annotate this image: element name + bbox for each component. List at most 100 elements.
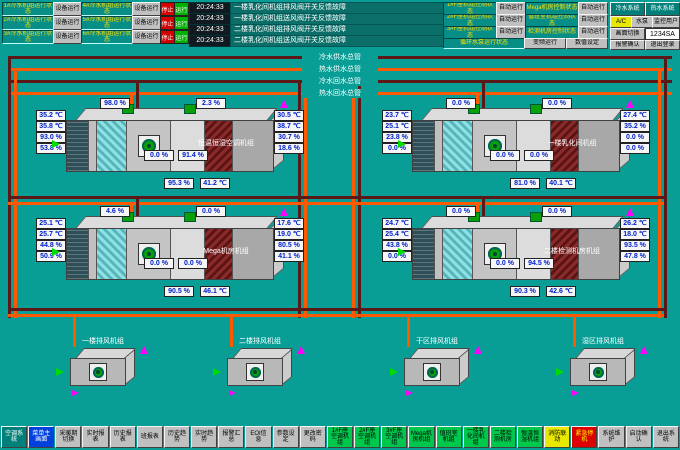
pipe-riser: [8, 56, 11, 318]
pump-status-label: 循环水泵运行状态: [443, 38, 525, 49]
stop-indicator: 停止: [160, 30, 175, 44]
humidity-readout: 43.8 %: [382, 240, 412, 251]
damper-readout: 0.0 %: [542, 98, 572, 109]
toolbar-button-ahu[interactable]: 二楼检测机房: [490, 426, 516, 448]
toolbar-button-ahu[interactable]: Mega机房机组: [408, 426, 434, 448]
toolbar-button-ahu[interactable]: 值班室机组: [436, 426, 462, 448]
exhaust-arrow: [640, 346, 648, 354]
return-readout: 42.6 ℃: [546, 286, 576, 297]
airflow-arrow: [406, 390, 413, 396]
chiller-status-label: 6#冷水机组运行状态: [81, 30, 133, 44]
unit-name: Mega机房机组: [182, 246, 270, 256]
cooling-coil-section: [97, 121, 127, 171]
return-readout: 90.3 %: [510, 286, 540, 297]
toolbar-button-ahu[interactable]: 1#F座空调机组: [327, 426, 353, 448]
temp-readout: 35.2 ℃: [36, 110, 66, 121]
toolbar-button-fire[interactable]: 消防联动: [544, 426, 570, 448]
exhaust-body: [570, 348, 634, 388]
toolbar-button[interactable]: 实时报表: [82, 426, 108, 448]
setpoint-button[interactable]: 数值设定: [566, 38, 608, 49]
valve-readout: 0.0 %: [524, 150, 554, 161]
ahu-unit-2: 23.7 ℃ 25.1 ℃ 23.8 % 0.0 % 0.0 % 0.0 % 2…: [382, 104, 648, 204]
toolbar-button[interactable]: EOI信息: [245, 426, 271, 448]
access-door: [67, 229, 89, 279]
valve-readout: 94.5 %: [524, 258, 554, 269]
humidity-readout: 35.2 %: [620, 121, 650, 132]
toolbar-button[interactable]: 实时趋势: [191, 426, 217, 448]
toolbar-button-estop[interactable]: 紧急停机: [571, 426, 597, 448]
temp-readout: 24.7 ℃: [382, 218, 412, 229]
chiller-status-label: 4#冷水机组运行状态: [81, 2, 133, 16]
screen-switch-button[interactable]: 画面切换: [610, 28, 645, 40]
toolbar-button[interactable]: 系统维护: [598, 426, 624, 448]
logout-button[interactable]: 退出登录: [645, 40, 680, 50]
temp-readout: 23.7 ℃: [382, 110, 412, 121]
humidity-readout: 0.0 %: [382, 251, 412, 262]
user-button[interactable]: 监控用户: [652, 16, 680, 28]
damper-readout: 0.0 %: [196, 206, 226, 217]
fan-icon: [93, 367, 104, 378]
cooling-coil-section: [443, 121, 473, 171]
exhaust-arrow: [140, 346, 148, 354]
chiller-status-button[interactable]: 设备运行: [53, 16, 82, 30]
roof-fan-icon: [530, 212, 542, 222]
humidity-readout: 50.9 %: [36, 251, 66, 262]
alarm-message[interactable]: 二楼乳化间机组送风阀开关反馈故障: [230, 35, 445, 47]
toolbar-button-main-menu[interactable]: 菜单主画面: [28, 426, 54, 448]
toolbar-button-ahu[interactable]: 2#F座空调机组: [354, 426, 380, 448]
valve-readout: 0.0 %: [144, 150, 174, 161]
exhaust-unit-name: 二楼排风机组: [205, 336, 315, 346]
toolbar-button-system[interactable]: 空调系统: [1, 426, 27, 448]
toolbar-button[interactable]: 历史趋势: [164, 426, 190, 448]
toolbar-button[interactable]: 参数设定: [273, 426, 299, 448]
airflow-arrow: [213, 368, 221, 376]
toolbar-button[interactable]: 历史报表: [110, 426, 136, 448]
cooling-coil-section: [97, 229, 127, 279]
pump-button[interactable]: 水泵: [631, 16, 653, 28]
supply-fan-section: [127, 121, 171, 171]
chiller-status-button[interactable]: 设备运行: [53, 30, 82, 44]
scada-hvac-screen: 1#冷水机组运行状态 设备运行 4#冷水机组运行状态 设备运行 停止 运行 2#…: [0, 0, 680, 450]
temp-readout: 35.8 ℃: [36, 121, 66, 132]
temp-readout: 27.4 ℃: [620, 110, 650, 121]
pipe-branch: [8, 314, 664, 317]
chiller-status-button[interactable]: 设备运行: [132, 2, 161, 16]
pipe-riser: [658, 68, 661, 318]
alarm-ack-button[interactable]: 报警确认: [610, 40, 645, 50]
spacer-section: [435, 229, 443, 279]
humidity-readout: 93.0 %: [36, 132, 66, 143]
damper-readout: 98.0 %: [100, 98, 130, 109]
chiller-status-button[interactable]: 设备运行: [132, 30, 161, 44]
toolbar-button-ahu[interactable]: 恒温恒湿机组: [517, 426, 543, 448]
alarm-time: 20:24:33: [189, 35, 231, 47]
supply-fan-section: [127, 229, 171, 279]
airflow-arrow: [229, 390, 236, 396]
toolbar-button-ahu[interactable]: 一楼乳化间机组: [463, 426, 489, 448]
toolbar-button-exit[interactable]: 退出系统: [653, 426, 679, 448]
chiller-status-label: 1#冷水机组运行状态: [2, 2, 54, 16]
toolbar-button-ahu[interactable]: 3#F座空调机组: [381, 426, 407, 448]
hot-water-system-button[interactable]: 热水系统: [645, 2, 680, 16]
toolbar-button[interactable]: 采暖期切换: [55, 426, 81, 448]
toolbar-button[interactable]: 启动确认: [626, 426, 652, 448]
pipe-riser: [304, 92, 307, 318]
temp-readout: 25.4 ℃: [382, 229, 412, 240]
airflow-arrow: [556, 368, 564, 376]
exhaust-unit-name: 干区排风机组: [382, 336, 492, 346]
pump-status-button[interactable]: 变频运行: [524, 38, 566, 49]
pipe-riser: [352, 92, 355, 318]
damper-readout: 0.0 %: [446, 206, 476, 217]
exhaust-arrow: [280, 208, 288, 216]
ac-button[interactable]: A/C: [610, 16, 632, 28]
temp-readout: 17.6 ℃: [274, 218, 304, 229]
toolbar-button[interactable]: 班报表: [137, 426, 163, 448]
toolbar-button[interactable]: 更改密码: [300, 426, 326, 448]
toolbar-button[interactable]: 报警汇总: [218, 426, 244, 448]
chiller-status-button[interactable]: 设备运行: [132, 16, 161, 30]
fan-box: [423, 363, 441, 381]
humidity-readout: 44.8 %: [36, 240, 66, 251]
exhaust-unit-name: 湿区排风机组: [548, 336, 658, 346]
cold-water-system-button[interactable]: 冷水系统: [610, 2, 645, 16]
chiller-status-button[interactable]: 设备运行: [53, 2, 82, 16]
humidity-readout: 30.7 %: [274, 132, 304, 143]
